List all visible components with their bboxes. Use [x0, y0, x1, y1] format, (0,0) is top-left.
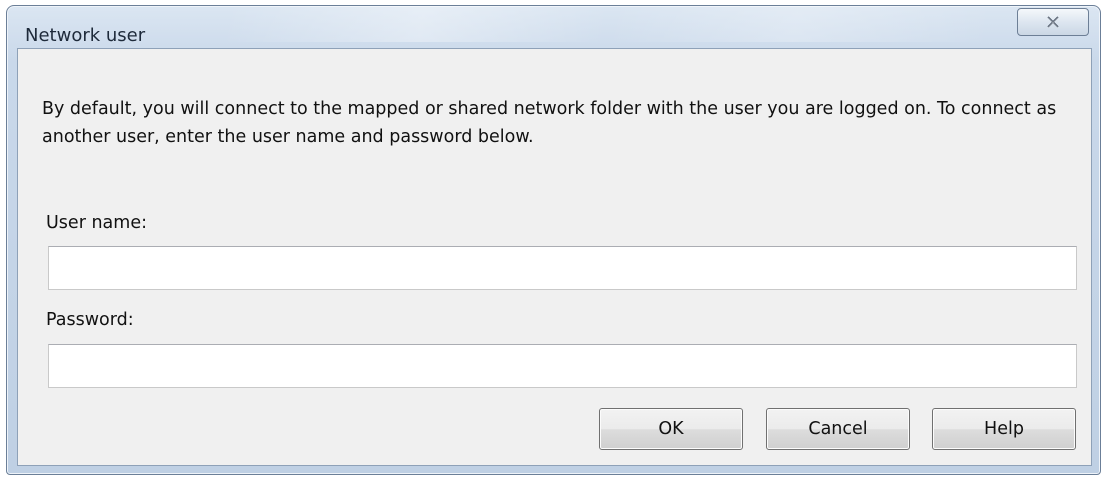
password-label: Password: [46, 310, 134, 330]
titlebar-background [7, 6, 1100, 42]
password-input[interactable] [48, 344, 1077, 388]
close-button[interactable] [1017, 8, 1089, 36]
info-message: By default, you will connect to the mapp… [42, 99, 1057, 147]
cancel-button[interactable]: Cancel [766, 408, 910, 450]
help-button[interactable]: Help [932, 408, 1076, 450]
dialog-body: By default, you will connect to the mapp… [17, 48, 1092, 466]
username-input[interactable] [48, 246, 1077, 290]
username-label: User name: [46, 213, 147, 233]
close-icon [1046, 13, 1060, 32]
dialog-title: Network user [25, 25, 146, 46]
ok-button[interactable]: OK [599, 408, 743, 450]
network-user-dialog: Network user By default, you will connec… [6, 5, 1101, 475]
